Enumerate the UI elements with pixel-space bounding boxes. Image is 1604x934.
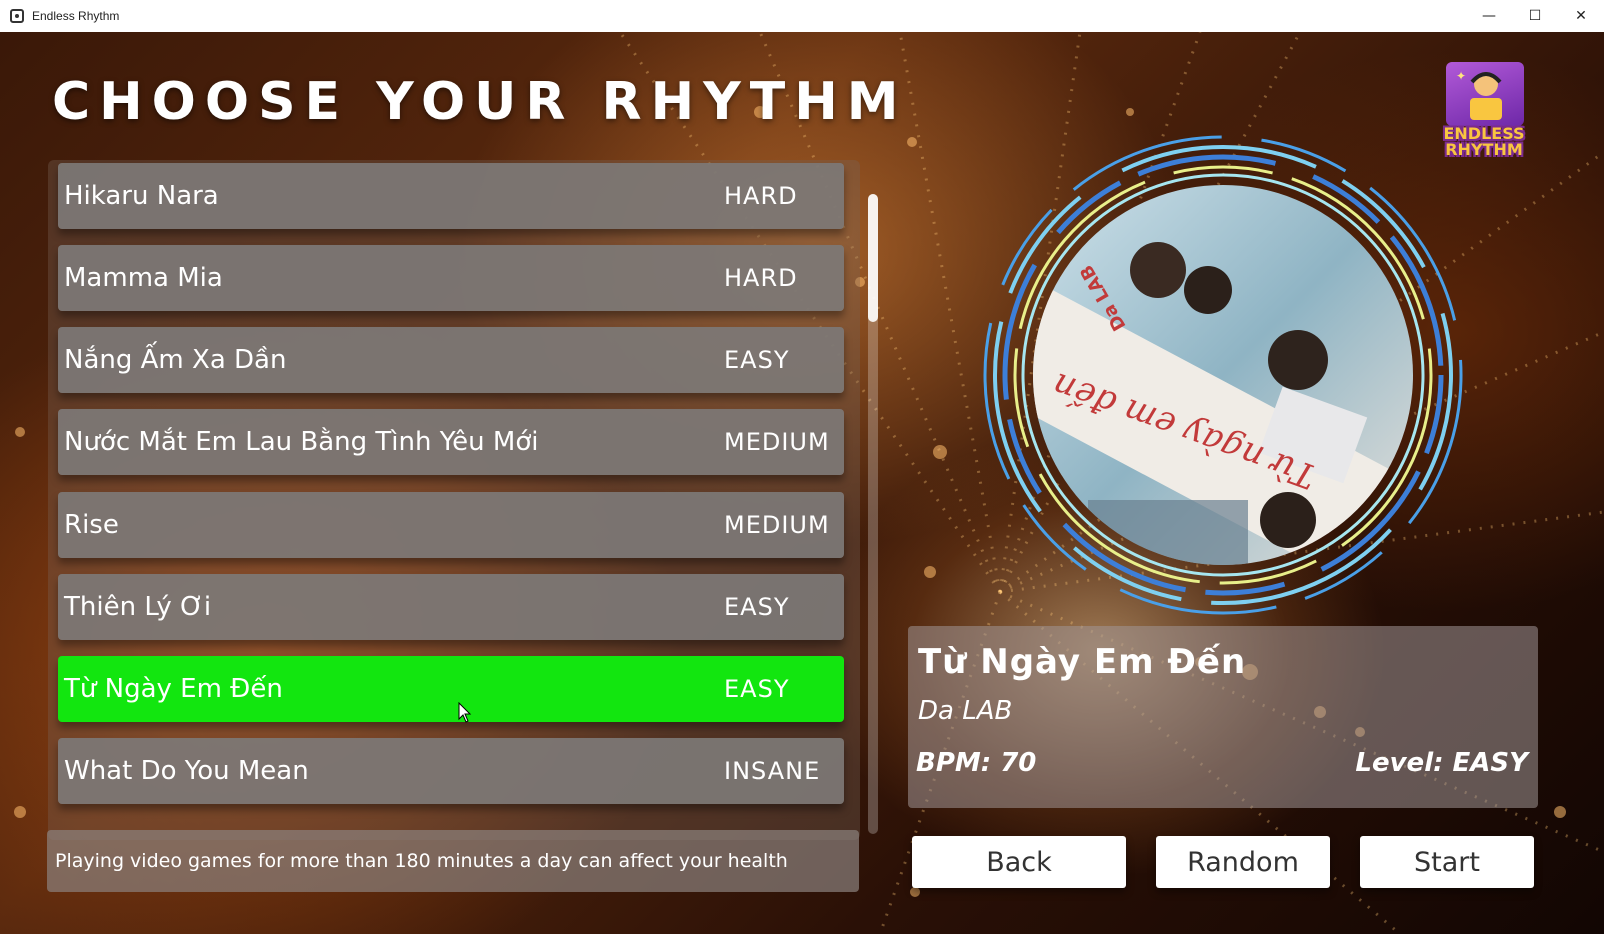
song-row[interactable]: Rise MEDIUM — [58, 492, 844, 558]
close-button[interactable]: ✕ — [1558, 0, 1604, 32]
selected-song-bpm: BPM: 70 — [916, 748, 1037, 778]
random-button[interactable]: Random — [1156, 836, 1330, 888]
song-difficulty: MEDIUM — [724, 428, 830, 456]
song-row[interactable]: Hikaru Nara HARD — [58, 163, 844, 229]
song-row[interactable]: What Do You Mean INSANE — [58, 738, 844, 804]
window-titlebar: Endless Rhythm — ☐ ✕ — [0, 0, 1604, 33]
minimize-button[interactable]: — — [1466, 0, 1512, 32]
logo-text: ENDLESS RHYTHM — [1443, 124, 1525, 159]
album-disc: Từ ngày em đến Da LAB — [983, 135, 1463, 615]
song-name: Hikaru Nara — [64, 181, 219, 211]
song-difficulty: EASY — [724, 593, 790, 621]
logo-dj-icon: ✦ — [1446, 62, 1524, 126]
song-row[interactable]: Nắng Ấm Xa Dần EASY — [58, 327, 844, 393]
start-button[interactable]: Start — [1360, 836, 1534, 888]
song-name: Nắng Ấm Xa Dần — [64, 345, 287, 375]
game-screen: CHOOSE YOUR RHYTHM Hikaru Nara HARD Mamm… — [0, 32, 1604, 934]
song-name: Mamma Mia — [64, 263, 223, 293]
health-notice: Playing video games for more than 180 mi… — [47, 830, 859, 892]
song-name: What Do You Mean — [64, 756, 309, 786]
song-difficulty: MEDIUM — [724, 511, 830, 539]
song-name: Từ Ngày Em Đến — [64, 674, 283, 704]
window-title: Endless Rhythm — [32, 9, 120, 23]
maximize-button[interactable]: ☐ — [1512, 0, 1558, 32]
scrollbar-thumb[interactable] — [868, 194, 878, 322]
song-row[interactable]: Thiên Lý Ơi EASY — [58, 574, 844, 640]
song-info-panel: Từ Ngày Em Đến Da LAB BPM: 70 Level: EAS… — [908, 626, 1538, 808]
endless-rhythm-logo: ✦ ENDLESS RHYTHM — [1426, 62, 1542, 158]
song-difficulty: HARD — [724, 182, 798, 210]
selected-song-level: Level: EASY — [1355, 748, 1528, 778]
song-list: Hikaru Nara HARD Mamma Mia HARD Nắng Ấm … — [48, 160, 860, 840]
selected-song-artist: Da LAB — [918, 696, 1013, 726]
song-name: Rise — [64, 510, 119, 540]
mouse-cursor-icon — [458, 702, 472, 723]
back-button[interactable]: Back — [912, 836, 1126, 888]
song-list-scrollbar[interactable] — [868, 194, 878, 834]
selected-song-title: Từ Ngày Em Đến — [918, 642, 1247, 682]
page-title: CHOOSE YOUR RHYTHM — [52, 72, 908, 132]
song-row[interactable]: Nước Mắt Em Lau Bằng Tình Yêu Mới MEDIUM — [58, 409, 844, 475]
song-row[interactable]: Mamma Mia HARD — [58, 245, 844, 311]
app-icon — [10, 9, 24, 23]
song-name: Thiên Lý Ơi — [64, 592, 212, 622]
svg-text:✦: ✦ — [1456, 69, 1466, 83]
song-difficulty: HARD — [724, 264, 798, 292]
song-difficulty: EASY — [724, 675, 790, 703]
song-difficulty: EASY — [724, 346, 790, 374]
song-row-selected[interactable]: Từ Ngày Em Đến EASY — [58, 656, 844, 722]
health-notice-text: Playing video games for more than 180 mi… — [55, 850, 788, 872]
song-difficulty: INSANE — [724, 757, 821, 785]
song-name: Nước Mắt Em Lau Bằng Tình Yêu Mới — [64, 427, 539, 457]
